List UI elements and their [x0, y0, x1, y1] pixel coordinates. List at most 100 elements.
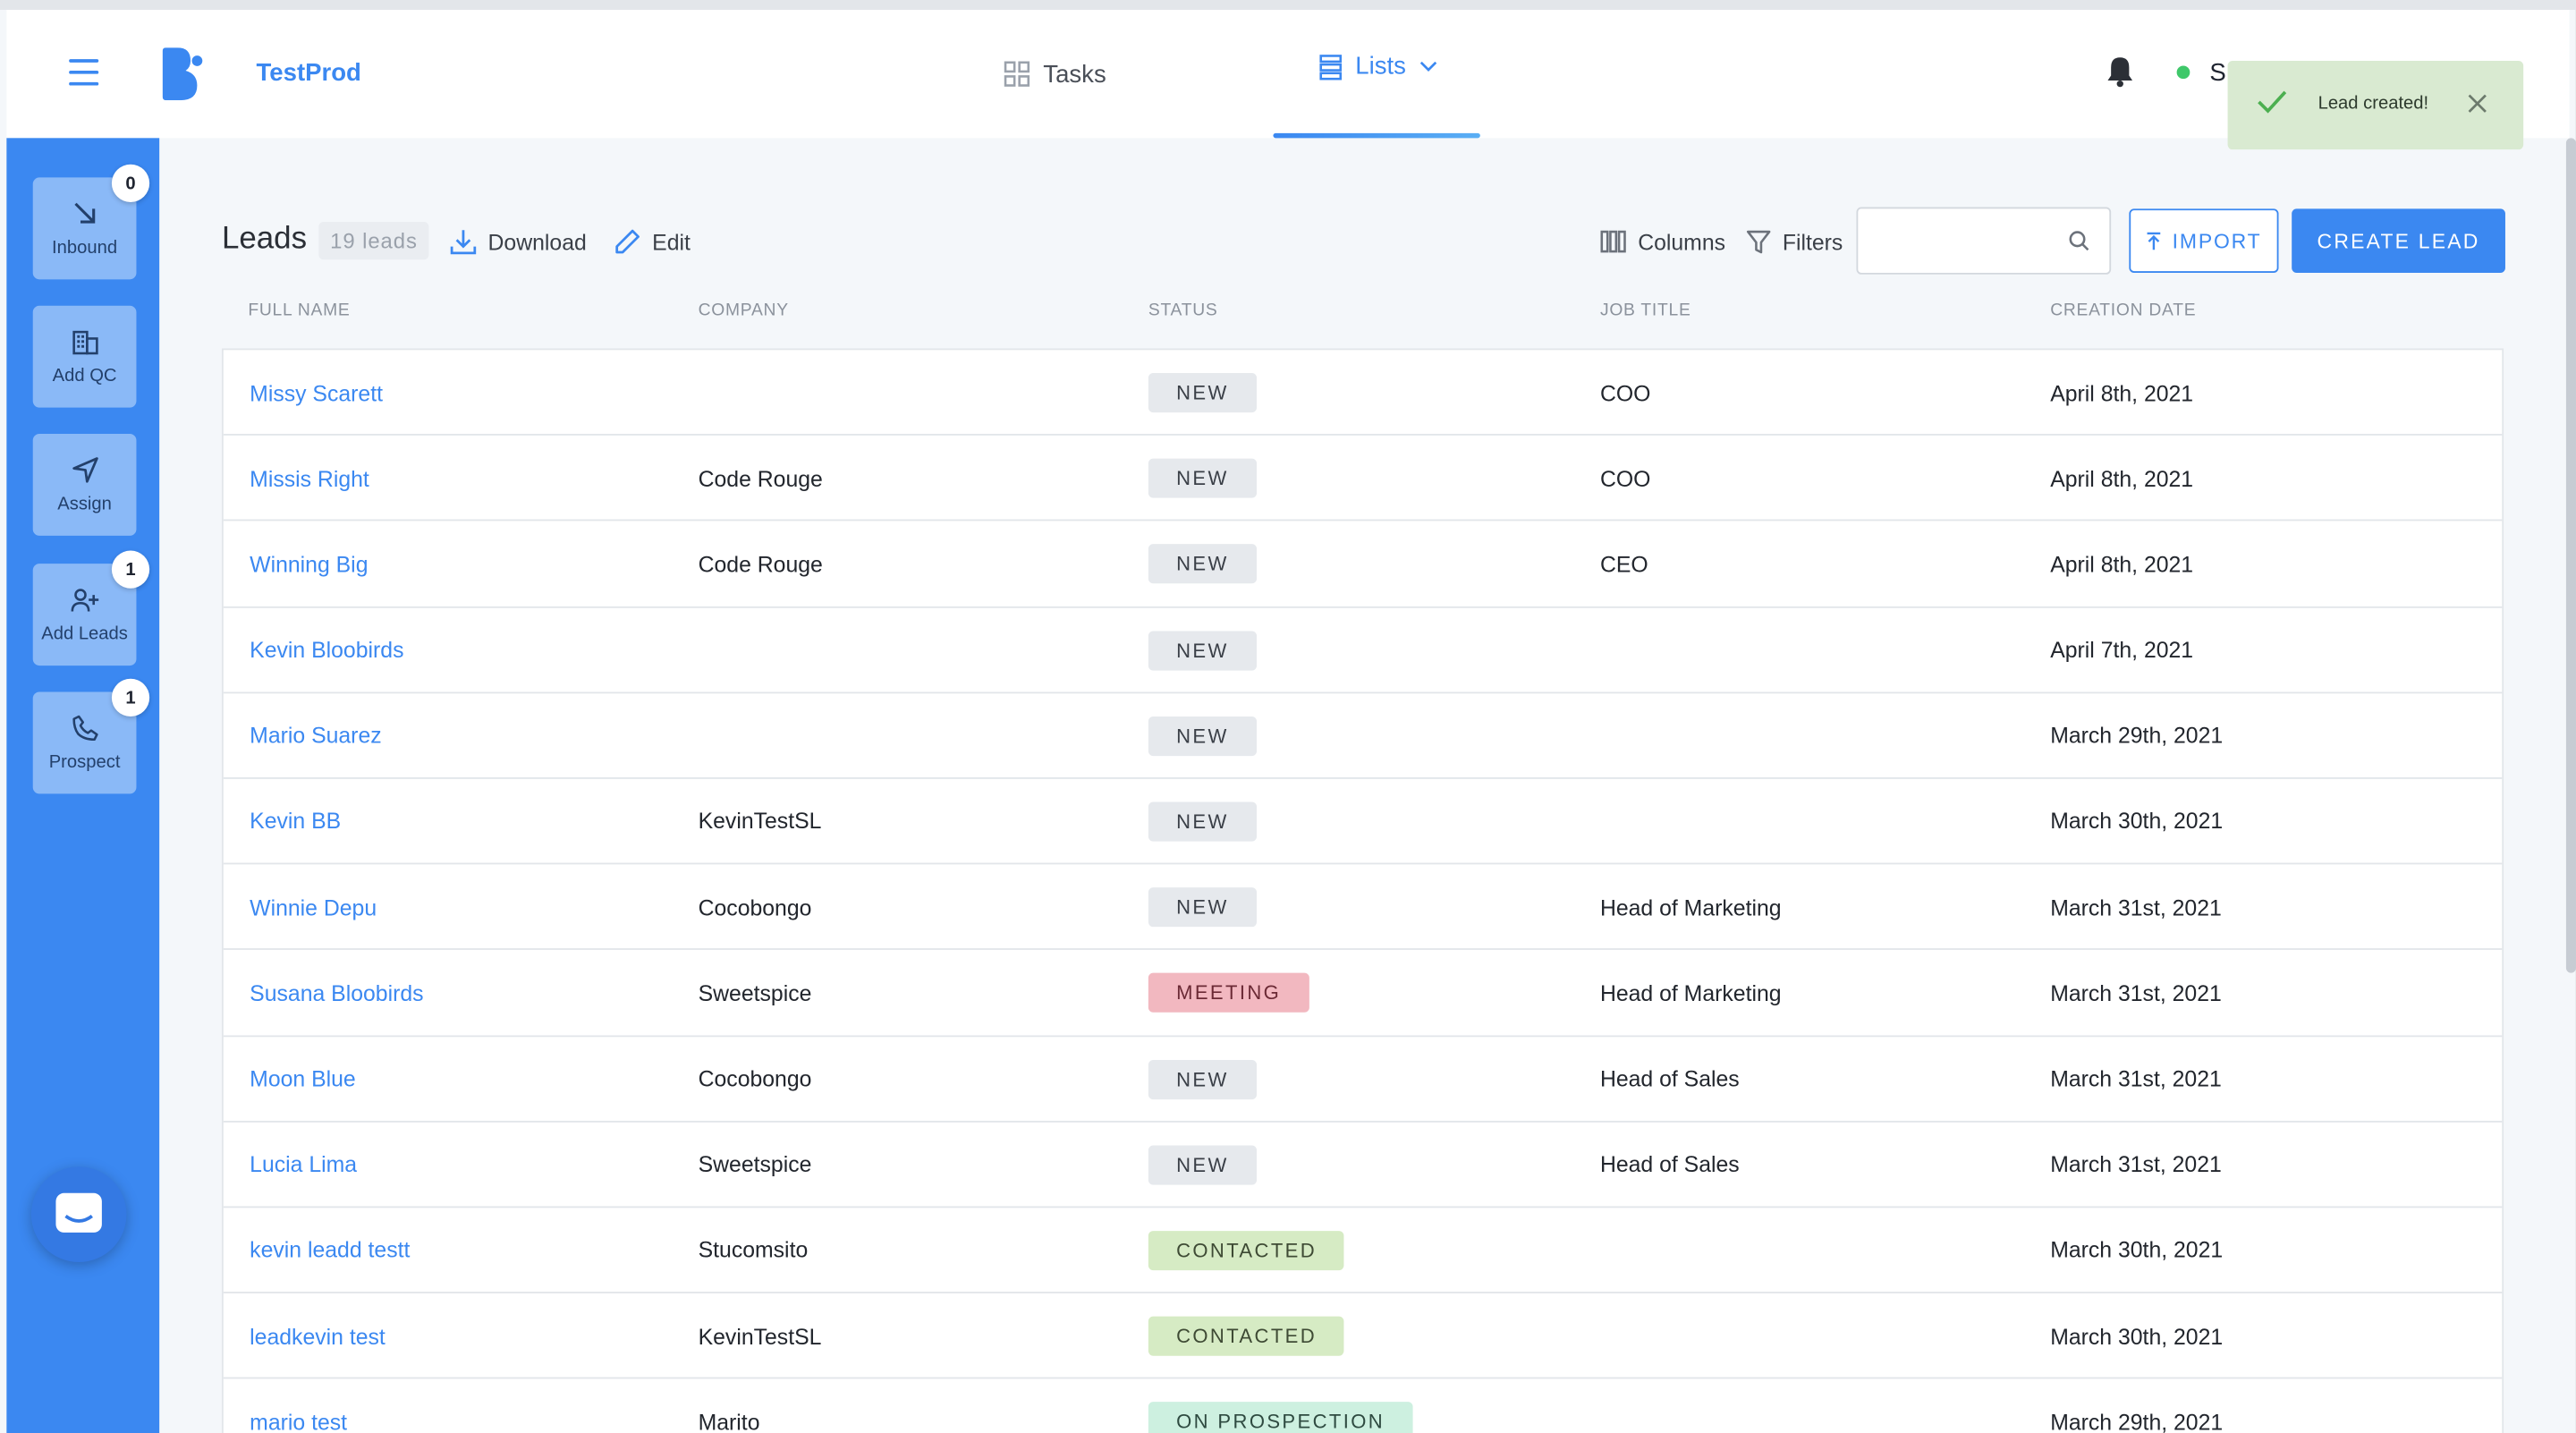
chat-launcher-button[interactable]	[30, 1166, 127, 1262]
status-cell: NEW	[1148, 521, 1257, 607]
table-row[interactable]: Moon Blue Cocobongo NEW Head of Sales March …	[223, 1036, 2503, 1123]
nav-tasks[interactable]: Tasks	[1004, 53, 1106, 96]
status-cell: MEETING	[1148, 950, 1309, 1036]
creation-date-cell: March 31st, 2021	[2050, 1066, 2222, 1091]
import-button[interactable]: IMPORT	[2129, 208, 2279, 273]
search-icon[interactable]	[2068, 230, 2089, 251]
list-icon	[1319, 54, 1343, 80]
lead-name-link[interactable]: Kevin Bloobirds	[250, 607, 403, 693]
table-row[interactable]: Susana Bloobirds Sweetspice MEETING Head of…	[223, 950, 2503, 1037]
columns-icon	[1600, 230, 1626, 253]
creation-date-cell: March 30th, 2021	[2050, 1238, 2224, 1263]
notification-badge: 0	[111, 164, 150, 202]
creation-date-cell: April 8th, 2021	[2050, 466, 2194, 491]
sidebar-item-prospect[interactable]: Prospect 1	[32, 678, 150, 794]
chevron-down-icon	[1419, 61, 1436, 72]
download-label: Download	[487, 229, 587, 254]
app-logo	[162, 47, 203, 101]
job-title-cell: Head of Marketing	[1599, 895, 1782, 920]
table-row[interactable]: Kevin BB KevinTestSL NEW March 30th, 2021	[223, 779, 2503, 865]
table-row[interactable]: Missy Scarett NEW COO April 8th, 2021	[223, 350, 2503, 437]
creation-date-cell: March 29th, 2021	[2050, 1409, 2224, 1433]
status-cell: NEW	[1148, 607, 1257, 693]
table-row[interactable]: Kevin Bloobirds NEW April 7th, 2021	[223, 607, 2503, 693]
table-row[interactable]: Lucia Lima Sweetspice NEW Head of Sales Marc…	[223, 1122, 2503, 1208]
search-input[interactable]	[1871, 225, 2061, 259]
navigation-arrow-icon	[72, 455, 97, 485]
lead-name-link[interactable]: kevin leadd testt	[250, 1208, 410, 1293]
sidebar-item-assign[interactable]: Assign	[32, 434, 137, 536]
creation-date-cell: April 8th, 2021	[2050, 552, 2194, 577]
company-cell: Code Rouge	[698, 466, 823, 491]
lead-name-link[interactable]: mario test	[250, 1379, 347, 1433]
creation-date-cell: April 7th, 2021	[2050, 637, 2194, 663]
table-row[interactable]: Mario Suarez NEW March 29th, 2021	[223, 693, 2503, 779]
lead-name-link[interactable]: Lucia Lima	[250, 1122, 357, 1208]
active-tab-indicator	[1273, 132, 1480, 139]
lead-name-link[interactable]: Moon Blue	[250, 1036, 356, 1122]
company-cell: Marito	[698, 1409, 760, 1433]
online-status-dot	[2176, 65, 2190, 80]
status-badge: MEETING	[1148, 973, 1309, 1013]
top-header: TestProd Tasks Lists S	[6, 10, 2570, 139]
job-title-cell: COO	[1599, 466, 1651, 491]
window-top-border	[0, 0, 2576, 11]
lead-name-link[interactable]: Kevin BB	[250, 779, 341, 865]
filters-button[interactable]: Filters	[1746, 225, 1843, 259]
add-user-icon	[70, 585, 99, 615]
status-badge: NEW	[1148, 801, 1257, 842]
menu-icon[interactable]	[69, 59, 99, 86]
filters-label: Filters	[1782, 229, 1843, 254]
status-badge: CONTACTED	[1148, 1230, 1345, 1270]
job-title-cell: COO	[1599, 380, 1651, 405]
create-lead-button[interactable]: CREATE LEAD	[2292, 208, 2505, 273]
lead-name-link[interactable]: Mario Suarez	[250, 693, 381, 779]
download-button[interactable]: Download	[450, 225, 587, 259]
sidebar-item-add-qc[interactable]: Add QC	[32, 305, 137, 408]
lead-name-link[interactable]: leadkevin test	[250, 1293, 386, 1379]
sidebar-item-label: Prospect	[48, 752, 121, 773]
status-badge: NEW	[1148, 544, 1257, 584]
bell-icon[interactable]	[2106, 55, 2134, 88]
status-badge: NEW	[1148, 630, 1257, 670]
lead-name-link[interactable]: Missy Scarett	[250, 350, 383, 436]
notification-badge: 1	[111, 550, 150, 589]
lead-name-link[interactable]: Missis Right	[250, 436, 369, 521]
sidebar-item-add-leads[interactable]: Add Leads 1	[32, 550, 150, 666]
column-header-job-title[interactable]: JOB TITLE	[1600, 301, 1691, 320]
import-label: IMPORT	[2172, 229, 2262, 253]
app-name[interactable]: TestProd	[257, 59, 361, 87]
table-row[interactable]: Winnie Depu Cocobongo NEW Head of Marketing…	[223, 865, 2503, 951]
creation-date-cell: March 30th, 2021	[2050, 809, 2224, 835]
table-row[interactable]: Missis Right Code Rouge NEW COO April 8th, 2…	[223, 436, 2503, 522]
edit-button[interactable]: Edit	[614, 225, 691, 259]
lead-name-link[interactable]: Susana Bloobirds	[250, 950, 423, 1036]
creation-date-cell: March 31st, 2021	[2050, 895, 2222, 920]
table-row[interactable]: mario test Marito ON PROSPECTION March 29th…	[224, 1379, 2503, 1433]
page-title: Leads	[221, 222, 308, 257]
columns-button[interactable]: Columns	[1600, 225, 1725, 259]
lead-name-link[interactable]: Winnie Depu	[250, 865, 377, 951]
job-title-cell: Head of Marketing	[1599, 980, 1782, 1006]
creation-date-cell: March 29th, 2021	[2050, 723, 2224, 749]
status-badge: CONTACTED	[1148, 1316, 1345, 1356]
column-header-company[interactable]: COMPANY	[699, 301, 789, 320]
column-header-creation-date[interactable]: CREATION DATE	[2050, 301, 2196, 320]
columns-label: Columns	[1638, 229, 1726, 254]
sidebar-item-inbound[interactable]: Inbound 0	[32, 164, 150, 280]
search-field[interactable]	[1856, 207, 2112, 275]
status-badge: NEW	[1148, 1059, 1257, 1099]
column-header-status[interactable]: STATUS	[1148, 301, 1218, 320]
nav-lists[interactable]: Lists	[1273, 10, 1480, 139]
upload-icon	[2148, 231, 2161, 250]
arrow-down-right-icon	[72, 199, 97, 228]
lead-name-link[interactable]: Winning Big	[250, 521, 368, 607]
close-icon[interactable]	[2468, 94, 2487, 114]
table-row[interactable]: Winning Big Code Rouge NEW CEO April 8th, 20…	[223, 521, 2503, 607]
user-name[interactable]: S	[2209, 59, 2225, 87]
status-cell: NEW	[1148, 1122, 1257, 1208]
table-row[interactable]: leadkevin test KevinTestSL CONTACTED March …	[223, 1293, 2503, 1379]
table-row[interactable]: kevin leadd testt Stucomsito CONTACTED Marc…	[223, 1208, 2503, 1293]
scrollbar[interactable]	[2565, 138, 2576, 973]
column-header-full-name[interactable]: FULL NAME	[248, 301, 350, 320]
